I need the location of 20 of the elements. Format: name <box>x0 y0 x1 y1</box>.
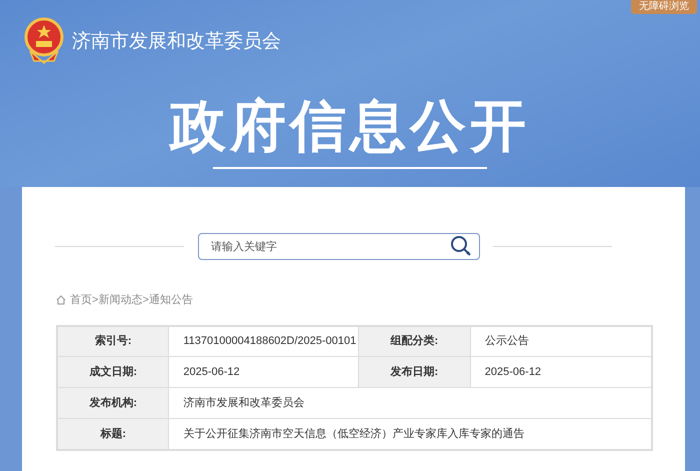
field-label: 发布日期: <box>358 356 470 388</box>
field-label: 组配分类: <box>358 326 470 356</box>
search-field[interactable]: 请输入关键字 <box>198 233 480 260</box>
breadcrumb-link[interactable]: 首页 <box>70 292 92 308</box>
emblem-icon <box>24 17 64 67</box>
organization-name: 济南市发展和改革委员会 <box>72 30 281 54</box>
search-icon[interactable] <box>450 235 472 257</box>
breadcrumb-separator: > <box>92 293 98 308</box>
breadcrumb-link[interactable]: 新闻动态 <box>98 292 142 308</box>
field-label: 索引号: <box>57 326 169 356</box>
accessibility-link[interactable]: 无障碍浏览 <box>631 0 697 14</box>
field-label: 成文日期: <box>57 356 169 388</box>
breadcrumb-link[interactable]: 通知公告 <box>148 292 193 308</box>
home-icon[interactable] <box>56 295 66 306</box>
page-title: 政府信息公开 <box>170 93 530 159</box>
field-label: 发布机构: <box>57 388 169 418</box>
field-value: 2025-06-12 <box>168 356 358 388</box>
field-label: 标题: <box>57 418 169 450</box>
breadcrumb-separator: > <box>142 293 149 308</box>
field-value: 11370100004188602D/2025-00101 <box>168 326 358 356</box>
